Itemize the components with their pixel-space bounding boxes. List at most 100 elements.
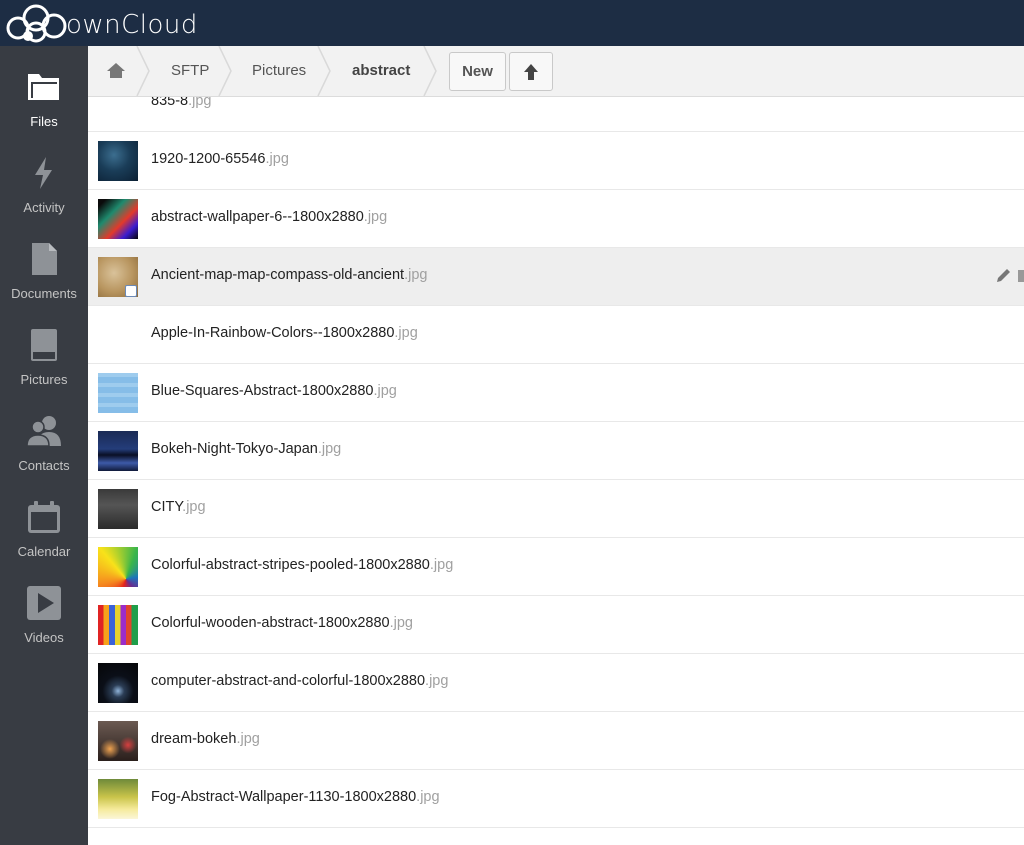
file-thumbnail[interactable] (98, 141, 138, 181)
file-extension: .jpg (429, 557, 454, 573)
upload-button[interactable] (509, 52, 553, 91)
file-name[interactable]: abstract-wallpaper-6--1800x2880.jpg (151, 209, 387, 225)
file-row[interactable]: 835-8.jpg (88, 97, 1024, 132)
nav-label: Contacts (18, 458, 70, 473)
file-extension: .jpg (317, 441, 342, 457)
file-basename: 835-8 (151, 97, 189, 109)
lightning-icon (35, 157, 52, 189)
file-row[interactable]: abstract-wallpaper-6--1800x2880.jpg (88, 190, 1024, 248)
file-extension: .jpg (236, 731, 260, 747)
calendar-icon (28, 501, 60, 533)
select-checkbox[interactable] (125, 285, 137, 297)
app-navigation: Files Activity Documents Pictures Contac… (0, 46, 88, 845)
nav-label: Videos (24, 630, 64, 645)
file-thumbnail[interactable] (98, 721, 138, 761)
file-extension: .jpg (404, 267, 428, 283)
file-basename: CITY (151, 499, 183, 515)
home-icon (107, 63, 125, 78)
nav-label: Pictures (20, 372, 68, 387)
file-basename: Ancient-map-map-compass-old-ancient (151, 267, 405, 283)
nav-pictures[interactable]: Pictures (0, 304, 88, 390)
file-thumbnail[interactable] (98, 431, 138, 471)
nav-files[interactable]: Files (0, 46, 88, 132)
document-icon (32, 243, 57, 275)
file-basename: dream-bokeh (151, 731, 237, 747)
nav-contacts[interactable]: Contacts (0, 390, 88, 476)
file-basename: Colorful-wooden-abstract-1800x2880 (151, 615, 390, 631)
chevron-right-icon (136, 46, 150, 96)
file-thumbnail[interactable] (98, 373, 138, 413)
folder-icon (28, 74, 59, 100)
file-name[interactable]: Colorful-abstract-stripes-pooled-1800x28… (151, 557, 453, 573)
rename-action[interactable] (994, 266, 1024, 286)
file-name[interactable]: Apple-In-Rainbow-Colors--1800x2880.jpg (151, 325, 418, 341)
file-name[interactable]: Fog-Abstract-Wallpaper-1130-1800x2880.jp… (151, 789, 440, 805)
file-extension: .jpg (265, 151, 289, 167)
file-name[interactable]: 1920-1200-65546.jpg (151, 151, 289, 167)
file-row[interactable]: Colorful-wooden-abstract-1800x2880.jpg (88, 596, 1024, 654)
file-name[interactable]: dream-bokeh.jpg (151, 731, 260, 747)
file-row[interactable]: dream-bokeh.jpg (88, 712, 1024, 770)
file-extension: .jpg (188, 97, 212, 109)
file-name[interactable]: Blue-Squares-Abstract-1800x2880.jpg (151, 383, 397, 399)
file-basename: 1920-1200-65546 (151, 151, 266, 167)
file-row-hovered[interactable]: Ancient-map-map-compass-old-ancient.jpg (88, 248, 1024, 306)
nav-label: Documents (11, 286, 77, 301)
file-name[interactable]: computer-abstract-and-colorful-1800x2880… (151, 673, 448, 689)
nav-calendar[interactable]: Calendar (0, 476, 88, 562)
file-extension: .jpg (363, 209, 388, 225)
file-extension: .jpg (416, 789, 440, 805)
file-list: 835-8.jpg 1920-1200-65546.jpg abstract-w… (88, 97, 1024, 845)
file-extension: .jpg (373, 383, 397, 399)
nav-videos[interactable]: Videos (0, 562, 88, 648)
nav-label: Activity (23, 200, 65, 215)
controls-bar: SFTP Pictures abstract New (88, 46, 1024, 97)
nav-documents[interactable]: Documents (0, 218, 88, 304)
nav-label: Calendar (17, 544, 71, 559)
file-name[interactable]: Bokeh-Night-Tokyo-Japan.jpg (151, 441, 341, 457)
file-thumbnail[interactable] (98, 779, 138, 819)
picture-icon (31, 329, 57, 361)
file-row[interactable]: CITY.jpg (88, 480, 1024, 538)
file-row[interactable]: Bokeh-Night-Tokyo-Japan.jpg (88, 422, 1024, 480)
file-name[interactable]: Colorful-wooden-abstract-1800x2880.jpg (151, 615, 413, 631)
top-header: ownCloud (0, 0, 1024, 46)
file-row[interactable]: 1920-1200-65546.jpg (88, 132, 1024, 190)
file-basename: Blue-Squares-Abstract-1800x2880 (151, 383, 374, 399)
file-name[interactable]: 835-8.jpg (151, 97, 211, 109)
file-name[interactable]: CITY.jpg (151, 499, 206, 515)
chevron-right-icon (317, 46, 331, 96)
file-extension: .jpg (425, 673, 449, 689)
breadcrumb-item-pictures[interactable]: Pictures (252, 46, 306, 96)
chevron-right-icon (218, 46, 232, 96)
file-basename: abstract-wallpaper-6--1800x2880 (151, 209, 364, 225)
file-row[interactable]: computer-abstract-and-colorful-1800x2880… (88, 654, 1024, 712)
owncloud-logo[interactable]: ownCloud (6, 4, 197, 43)
file-thumbnail[interactable] (98, 199, 138, 239)
file-row[interactable]: Blue-Squares-Abstract-1800x2880.jpg (88, 364, 1024, 422)
file-extension: .jpg (394, 325, 418, 341)
file-thumbnail[interactable] (98, 315, 138, 355)
file-thumbnail[interactable] (98, 663, 138, 703)
file-thumbnail[interactable] (98, 605, 138, 645)
upload-arrow-icon (524, 64, 538, 80)
file-basename: Bokeh-Night-Tokyo-Japan (151, 441, 318, 457)
breadcrumb-item-abstract[interactable]: abstract (352, 46, 410, 96)
contacts-icon (27, 416, 61, 447)
file-extension: .jpg (182, 499, 206, 515)
file-row[interactable]: Colorful-abstract-stripes-pooled-1800x28… (88, 538, 1024, 596)
nav-activity[interactable]: Activity (0, 132, 88, 218)
nav-label: Files (30, 114, 58, 129)
play-icon (27, 586, 61, 620)
breadcrumb-item-sftp[interactable]: SFTP (171, 46, 209, 96)
file-thumbnail[interactable] (98, 547, 138, 587)
file-thumbnail[interactable] (98, 489, 138, 529)
new-button[interactable]: New (449, 52, 506, 91)
file-row[interactable]: Apple-In-Rainbow-Colors--1800x2880.jpg (88, 306, 1024, 364)
app-name: ownCloud (66, 10, 198, 40)
file-basename: Apple-In-Rainbow-Colors--1800x2880 (151, 325, 395, 341)
file-row[interactable]: Fog-Abstract-Wallpaper-1130-1800x2880.jp… (88, 770, 1024, 828)
file-name[interactable]: Ancient-map-map-compass-old-ancient.jpg (151, 267, 427, 283)
pencil-icon (997, 269, 1024, 282)
file-basename: Fog-Abstract-Wallpaper-1130-1800x2880 (151, 789, 417, 805)
